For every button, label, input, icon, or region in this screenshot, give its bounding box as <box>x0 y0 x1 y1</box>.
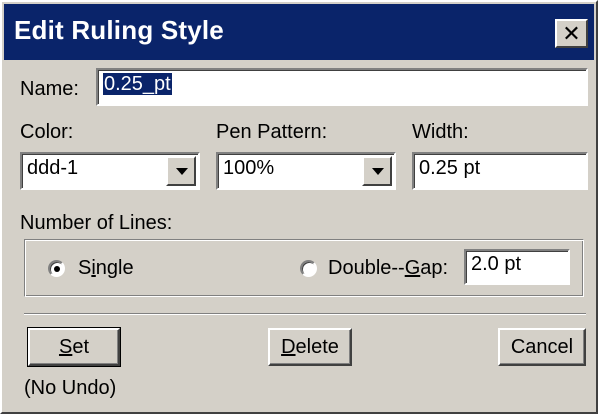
double-gap-radio-label[interactable]: Double--Gap: <box>328 257 448 280</box>
pen-pattern-select[interactable]: 100% <box>216 152 396 190</box>
delete-button[interactable]: Delete <box>268 328 352 366</box>
pen-pattern-label: Pen Pattern: <box>216 121 328 143</box>
close-button[interactable]: ✕ <box>555 19 588 48</box>
double-gap-radio[interactable] <box>300 260 317 277</box>
set-button-label: Set <box>58 335 90 358</box>
color-dropdown-button[interactable] <box>166 156 196 186</box>
edit-ruling-style-dialog: Edit Ruling Style ✕ Name: 0.25_pt Color:… <box>0 0 598 414</box>
color-select[interactable]: ddd-1 <box>20 152 200 190</box>
single-radio[interactable] <box>48 260 65 277</box>
dialog-title: Edit Ruling Style <box>14 15 224 45</box>
separator-line <box>24 313 586 315</box>
number-of-lines-label: Number of Lines: <box>20 212 173 234</box>
name-input-value: 0.25_pt <box>103 73 172 95</box>
no-undo-note: (No Undo) <box>24 377 117 399</box>
radio-selected-dot <box>54 266 60 272</box>
close-icon: ✕ <box>562 20 581 46</box>
title-bar[interactable]: Edit Ruling Style ✕ <box>4 4 594 60</box>
pen-pattern-dropdown-button[interactable] <box>362 156 392 186</box>
set-button[interactable]: Set <box>27 327 121 367</box>
single-radio-label[interactable]: Single <box>78 257 134 280</box>
cancel-button[interactable]: Cancel <box>498 328 586 366</box>
gap-input-value: 2.0 pt <box>471 253 522 275</box>
width-input[interactable]: 0.25 pt <box>412 152 588 190</box>
gap-input[interactable]: 2.0 pt <box>464 249 570 285</box>
pen-pattern-select-value: 100% <box>223 157 275 179</box>
cancel-button-label: Cancel <box>510 335 574 358</box>
chevron-down-icon <box>176 168 188 175</box>
chevron-down-icon <box>372 168 384 175</box>
color-select-value: ddd-1 <box>27 157 79 179</box>
name-input[interactable]: 0.25_pt <box>96 68 588 106</box>
width-input-value: 0.25 pt <box>419 157 481 179</box>
width-label: Width: <box>412 121 469 143</box>
name-label: Name: <box>20 78 79 100</box>
color-label: Color: <box>20 121 74 143</box>
delete-button-label: Delete <box>281 335 339 358</box>
